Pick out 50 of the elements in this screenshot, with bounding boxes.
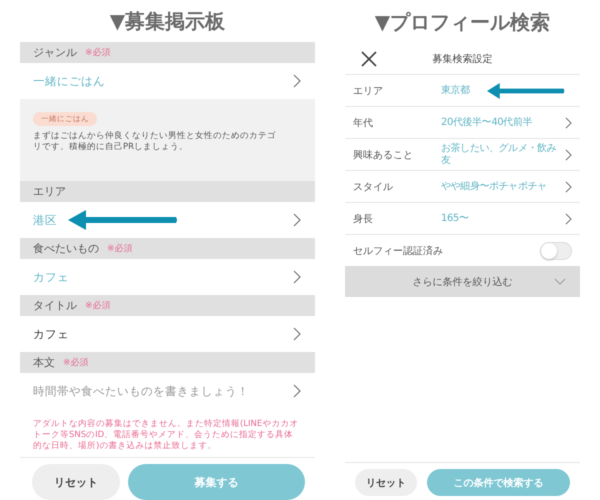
chevron-icon — [565, 212, 572, 224]
expand-label: さらに条件を絞り込む — [412, 276, 512, 288]
filter-row[interactable]: スタイル やや細身〜ポチャポチャ — [345, 170, 580, 202]
filter-label: 年代 — [353, 116, 374, 130]
chevron-icon — [293, 384, 301, 398]
section-label: エリア — [33, 184, 66, 199]
field-value: 港区 — [33, 212, 58, 228]
chevron-icon — [293, 270, 301, 284]
section-label: 本文 — [33, 355, 55, 370]
expand-bar[interactable]: さらに条件を絞り込む — [345, 266, 580, 297]
filter-label: 興味あること — [353, 148, 414, 162]
field-value: 一緒にごはん — [33, 74, 106, 88]
filter-label: 身長 — [353, 212, 374, 226]
required-mark: ※必須 — [107, 242, 133, 255]
filter-value: 165〜 — [441, 212, 470, 224]
reset-button[interactable]: リセット — [32, 464, 120, 500]
description-text: まずはごはんから仲良くなりたい男性と女性のためのカテゴリです。積極的に自己PRしましょう。 — [33, 131, 277, 154]
filter-label: エリア — [353, 84, 384, 98]
field-value: カフェ — [33, 326, 70, 342]
section-label: ジャンル — [33, 45, 77, 60]
required-mark: ※必須 — [63, 356, 89, 369]
toggle-switch[interactable] — [540, 242, 572, 260]
field-value: カフェ — [33, 270, 70, 284]
filter-row[interactable]: エリア 東京都 — [345, 74, 580, 106]
filter-row[interactable]: 年代 20代後半〜40代前半 — [345, 106, 580, 138]
dialog-title: 募集検索設定 — [432, 52, 492, 66]
chevron-icon — [565, 148, 572, 160]
filter-label: セルフィー認証済み — [353, 244, 443, 258]
filter-value: お茶したい、グルメ・飲み友 — [441, 143, 558, 166]
section-label: タイトル — [33, 298, 77, 313]
chevron-icon — [565, 116, 572, 128]
required-mark: ※必須 — [85, 300, 111, 312]
required-mark: ※必須 — [85, 46, 111, 59]
chevron-icon — [293, 74, 301, 88]
filter-value: 20代後半〜40代前半 — [441, 116, 534, 128]
chevron-icon — [293, 213, 301, 227]
filter-row[interactable]: 興味あること お茶したい、グルメ・飲み友 — [345, 138, 580, 170]
page-heading: ▼募集掲示板 — [108, 8, 226, 34]
filter-row[interactable]: 身長 165〜 — [345, 202, 580, 234]
chevron-icon — [293, 327, 301, 341]
filter-label: スタイル — [353, 180, 394, 194]
page-heading: ▼プロフィール検索 — [374, 8, 552, 36]
filter-value: 東京都 — [441, 84, 471, 96]
chevron-icon — [565, 180, 572, 192]
placeholder-text: 時間帯や食べたいものを書きましょう！ — [33, 384, 250, 398]
close-icon[interactable] — [361, 51, 377, 67]
filter-value: やや細身〜ポチャポチャ — [441, 180, 548, 192]
reset-button[interactable]: リセット — [355, 469, 417, 496]
section-label: 食べたいもの — [33, 241, 99, 256]
warning-text: アダルトな内容の募集はできません。また特定情報(LINEやカカオトーク等SNSのID、電話番号やメアド、会うために指定する具体的な日時、場所)の書き込みは禁止致します。 — [32, 419, 300, 454]
